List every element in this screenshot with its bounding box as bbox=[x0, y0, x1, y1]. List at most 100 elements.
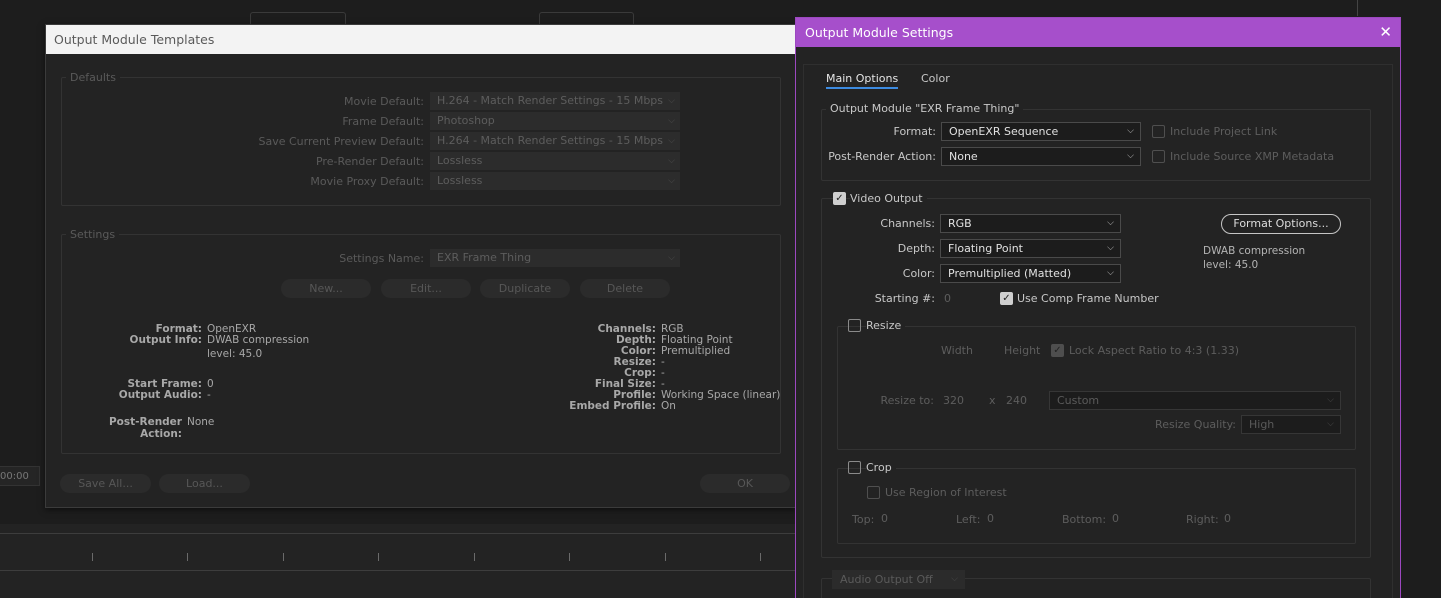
chevron-down-icon: ⌵ bbox=[1127, 151, 1134, 161]
chevron-down-icon: ⌵ bbox=[668, 176, 675, 186]
resize-to-label: Resize to: bbox=[880, 394, 935, 407]
info-output-info-level: level: 45.0 bbox=[207, 348, 263, 360]
crop-left-field[interactable]: 0 bbox=[987, 512, 994, 525]
timecode-display: 00:00 bbox=[0, 466, 40, 486]
tab-main-options[interactable]: Main Options bbox=[826, 72, 899, 89]
depth-label: Depth: bbox=[897, 242, 935, 255]
compression-level: level: 45.0 bbox=[1203, 259, 1259, 271]
movie-default-select[interactable]: H.264 - Match Render Settings - 15 Mbps ⌵ bbox=[430, 92, 680, 110]
post-render-action-label: Post-Render Action: bbox=[828, 150, 936, 163]
video-output-checkbox[interactable]: ✓ bbox=[833, 192, 846, 205]
use-comp-frame-label: Use Comp Frame Number bbox=[1017, 292, 1159, 305]
chevron-down-icon: ⌵ bbox=[1327, 395, 1334, 405]
timeline-tick bbox=[760, 553, 761, 561]
channels-select[interactable]: RGB ⌵ bbox=[940, 214, 1121, 233]
resize-quality-label: Resize Quality: bbox=[1155, 418, 1236, 431]
crop-right-field[interactable]: 0 bbox=[1224, 512, 1231, 525]
chevron-down-icon: ⌵ bbox=[668, 253, 675, 263]
starting-number-field[interactable]: 0 bbox=[944, 292, 951, 305]
chevron-down-icon: ⌵ bbox=[1107, 243, 1114, 253]
timeline-tick bbox=[569, 553, 570, 561]
crop-top-field[interactable]: 0 bbox=[881, 512, 888, 525]
info-output-audio-label: Output Audio: bbox=[118, 389, 202, 401]
video-output-label: Video Output bbox=[850, 192, 927, 205]
info-profile-value: Working Space (linear) bbox=[661, 389, 781, 401]
resize-preset-select[interactable]: Custom ⌵ bbox=[1049, 391, 1341, 410]
dialog-title: Output Module Settings ✕ bbox=[796, 18, 1400, 47]
resize-label: Resize bbox=[866, 319, 906, 332]
timeline-tick bbox=[378, 553, 379, 561]
resize-width-field[interactable]: 320 bbox=[943, 394, 964, 407]
compression-info: DWAB compression bbox=[1203, 245, 1306, 257]
lock-aspect-checkbox[interactable]: ✓ bbox=[1051, 344, 1064, 357]
info-post-render-value: None bbox=[187, 416, 215, 428]
chevron-down-icon: ⌵ bbox=[668, 116, 675, 126]
chevron-down-icon: ⌵ bbox=[668, 96, 675, 106]
resize-height-field[interactable]: 240 bbox=[1006, 394, 1027, 407]
use-roi-label: Use Region of Interest bbox=[885, 486, 1007, 499]
chevron-down-icon: ⌵ bbox=[951, 574, 958, 584]
post-render-action-select[interactable]: None ⌵ bbox=[941, 147, 1141, 166]
edit-button[interactable]: Edit... bbox=[381, 279, 471, 298]
info-color-value: Premultiplied bbox=[661, 345, 731, 357]
resize-checkbox[interactable] bbox=[848, 319, 861, 332]
chevron-down-icon: ⌵ bbox=[1327, 419, 1334, 429]
include-project-link-checkbox[interactable] bbox=[1152, 125, 1165, 138]
output-module-templates-dialog: Output Module Templates Defaults Movie D… bbox=[45, 24, 797, 508]
movie-proxy-default-label: Movie Proxy Default: bbox=[310, 175, 424, 188]
crop-label: Crop bbox=[866, 461, 896, 474]
timeline-tick bbox=[92, 553, 93, 561]
chevron-down-icon: ⌵ bbox=[668, 156, 675, 166]
output-module-group-label: Output Module "EXR Frame Thing" bbox=[826, 102, 1024, 115]
delete-button[interactable]: Delete bbox=[580, 279, 670, 298]
use-comp-frame-checkbox[interactable]: ✓ bbox=[1000, 292, 1013, 305]
color-label: Color: bbox=[902, 267, 935, 280]
format-options-button[interactable]: Format Options... bbox=[1221, 214, 1341, 234]
crop-group bbox=[837, 468, 1356, 544]
info-embed-profile-label: Embed Profile: bbox=[569, 400, 656, 412]
include-xmp-checkbox[interactable] bbox=[1152, 150, 1165, 163]
info-output-info-value: DWAB compression bbox=[207, 334, 310, 346]
close-icon[interactable]: ✕ bbox=[1379, 18, 1392, 47]
resize-quality-select[interactable]: High ⌵ bbox=[1241, 415, 1341, 434]
frame-default-select[interactable]: Photoshop ⌵ bbox=[430, 112, 680, 130]
info-output-audio-value: - bbox=[207, 389, 211, 401]
save-preview-default-label: Save Current Preview Default: bbox=[258, 135, 424, 148]
color-select[interactable]: Premultiplied (Matted) ⌵ bbox=[940, 264, 1121, 283]
load-button[interactable]: Load... bbox=[159, 474, 250, 493]
crop-right-label: Right: bbox=[1186, 513, 1219, 526]
movie-default-label: Movie Default: bbox=[344, 95, 424, 108]
resize-x-label: x bbox=[989, 394, 996, 407]
crop-checkbox[interactable] bbox=[848, 461, 861, 474]
crop-bottom-field[interactable]: 0 bbox=[1112, 512, 1119, 525]
settings-name-label: Settings Name: bbox=[339, 252, 424, 265]
format-select[interactable]: OpenEXR Sequence ⌵ bbox=[941, 122, 1141, 141]
new-button[interactable]: New... bbox=[281, 279, 371, 298]
output-module-settings-dialog: Output Module Settings ✕ Main Options Co… bbox=[795, 17, 1401, 598]
timeline-tick bbox=[283, 553, 284, 561]
include-project-link-label: Include Project Link bbox=[1170, 125, 1278, 138]
info-post-render-label: Post-Render Action: bbox=[108, 416, 182, 440]
pre-render-default-select[interactable]: Lossless ⌵ bbox=[430, 152, 680, 170]
ok-button[interactable]: OK bbox=[700, 474, 790, 493]
use-roi-checkbox[interactable] bbox=[867, 486, 880, 499]
resize-width-label: Width bbox=[941, 344, 973, 357]
format-label: Format: bbox=[893, 125, 936, 138]
depth-select[interactable]: Floating Point ⌵ bbox=[940, 239, 1121, 258]
audio-output-select[interactable]: Audio Output Off ⌵ bbox=[832, 570, 965, 589]
chevron-down-icon: ⌵ bbox=[1107, 218, 1114, 228]
dialog-title: Output Module Templates bbox=[46, 25, 796, 54]
defaults-group-label: Defaults bbox=[66, 71, 120, 84]
channels-label: Channels: bbox=[880, 217, 935, 230]
timeline-ruler bbox=[0, 524, 795, 598]
save-all-button[interactable]: Save All... bbox=[60, 474, 151, 493]
tab-color[interactable]: Color bbox=[921, 72, 950, 85]
settings-name-select[interactable]: EXR Frame Thing ⌵ bbox=[430, 249, 680, 267]
movie-proxy-default-select[interactable]: Lossless ⌵ bbox=[430, 172, 680, 190]
duplicate-button[interactable]: Duplicate bbox=[480, 279, 570, 298]
settings-group-label: Settings bbox=[66, 228, 120, 241]
resize-height-label: Height bbox=[1004, 344, 1041, 357]
timeline-tick bbox=[187, 553, 188, 561]
output-module-group bbox=[821, 109, 1371, 181]
save-preview-default-select[interactable]: H.264 - Match Render Settings - 15 Mbps ⌵ bbox=[430, 132, 680, 150]
